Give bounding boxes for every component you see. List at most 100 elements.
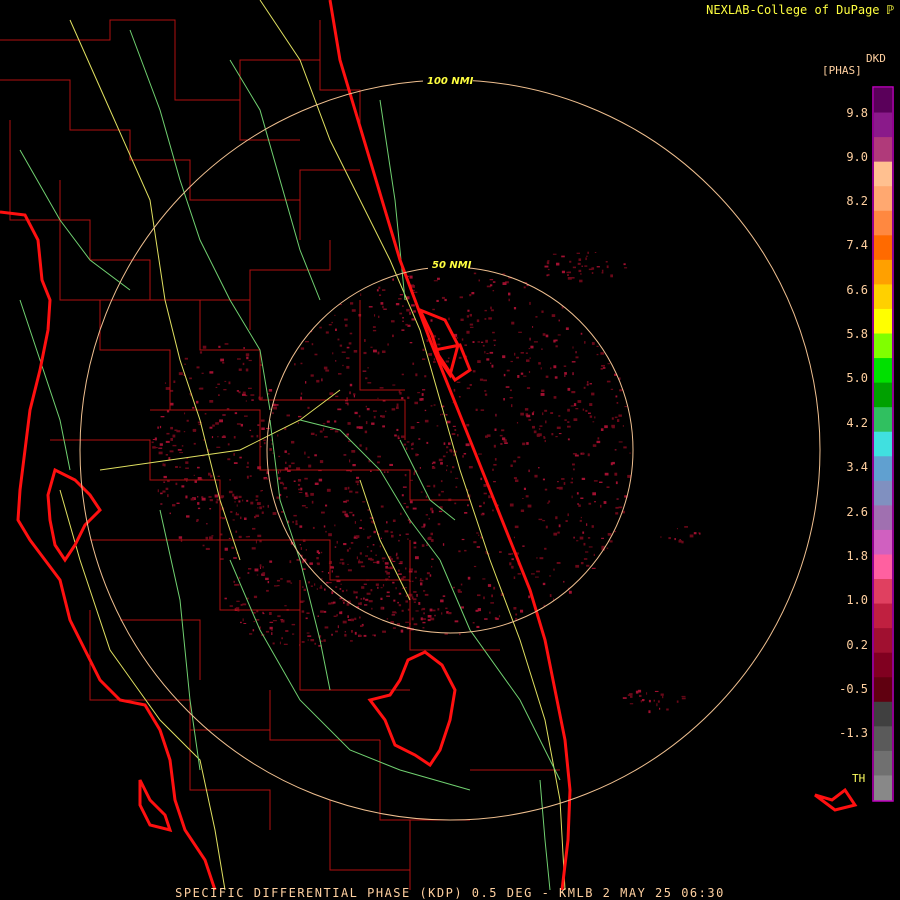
- radar-echo: [267, 504, 269, 508]
- radar-echo: [522, 545, 525, 547]
- radar-echo: [540, 393, 545, 396]
- radar-echo: [606, 547, 609, 549]
- radar-echo: [426, 485, 431, 487]
- radar-echo: [558, 415, 561, 417]
- radar-echo: [591, 567, 596, 569]
- radar-echo: [479, 505, 482, 508]
- radar-echo: [585, 409, 588, 412]
- radar-echo: [433, 484, 436, 488]
- radar-echo: [442, 543, 445, 546]
- radar-echo: [490, 284, 493, 287]
- radar-echo: [532, 425, 535, 429]
- radar-echo: [324, 436, 328, 438]
- radar-echo: [501, 429, 505, 432]
- legend-swatch: [874, 235, 892, 261]
- radar-echo: [428, 353, 432, 356]
- radar-echo: [490, 602, 494, 604]
- radar-echo: [255, 540, 257, 544]
- radar-echo: [612, 426, 615, 429]
- radar-echo: [576, 252, 580, 254]
- radar-echo: [292, 521, 294, 524]
- radar-echo: [544, 488, 548, 491]
- radar-echo: [391, 320, 395, 323]
- radar-echo: [472, 622, 475, 624]
- radar-echo: [334, 430, 339, 433]
- highways: [59, 0, 566, 891]
- radar-echo: [614, 472, 618, 476]
- radar-echo: [348, 342, 352, 345]
- radar-echo: [472, 370, 476, 373]
- radar-echo: [276, 579, 280, 582]
- legend-tick: 0.2: [846, 638, 868, 652]
- radar-echo: [451, 433, 456, 435]
- radar-echo: [545, 525, 548, 529]
- radar-echo: [614, 449, 617, 451]
- radar-echo: [340, 558, 344, 561]
- radar-echo: [363, 634, 367, 637]
- radar-echo: [169, 512, 171, 515]
- legend-swatch: [874, 259, 892, 285]
- radar-echo: [244, 415, 248, 417]
- radar-echo: [576, 492, 579, 495]
- radar-echo: [287, 453, 290, 455]
- radar-echo: [298, 492, 303, 493]
- radar-echo: [197, 507, 201, 510]
- radar-echo: [484, 393, 488, 396]
- radar-echo: [366, 546, 369, 548]
- radar-echo: [438, 493, 441, 497]
- radar-echo: [572, 372, 574, 376]
- radar-echo: [397, 437, 400, 440]
- radar-echo: [592, 492, 596, 496]
- radar-echo: [526, 387, 531, 389]
- radar-echo: [475, 408, 478, 411]
- radar-echo: [398, 390, 401, 393]
- radar-echo: [577, 503, 579, 505]
- radar-echo: [529, 357, 531, 359]
- radar-echo: [360, 598, 363, 600]
- radar-echo: [461, 338, 464, 341]
- radar-echo: [567, 425, 571, 428]
- radar-echo: [363, 528, 365, 530]
- radar-echo: [339, 344, 343, 347]
- radar-echo: [380, 606, 384, 610]
- radar-echo: [319, 430, 323, 433]
- legend-swatch: [874, 161, 892, 187]
- radar-echo: [381, 415, 385, 418]
- radar-echo: [243, 623, 247, 624]
- radar-echo: [516, 422, 519, 424]
- radar-echo: [360, 293, 362, 296]
- radar-echo: [492, 281, 496, 283]
- radar-echo: [334, 524, 336, 527]
- radar-echo: [256, 434, 259, 438]
- radar-echo: [433, 361, 436, 363]
- radar-echo: [300, 347, 305, 350]
- legend-swatch: [874, 186, 892, 212]
- radar-echo: [433, 404, 436, 406]
- radar-echo: [223, 389, 227, 391]
- radar-echo: [159, 425, 162, 429]
- radar-echo: [152, 446, 156, 449]
- radar-echo: [571, 477, 573, 480]
- radar-echo: [269, 621, 274, 623]
- radar-echo: [583, 386, 586, 389]
- radar-echo: [233, 557, 237, 559]
- radar-echo: [422, 389, 426, 391]
- radar-echo: [335, 395, 339, 398]
- radar-echo: [528, 469, 530, 473]
- radar-echo: [319, 326, 322, 329]
- radar-echo: [405, 567, 407, 570]
- radar-echo: [548, 500, 551, 503]
- radar-echo: [520, 412, 524, 416]
- radar-echo: [482, 344, 485, 347]
- radar-echo: [420, 617, 423, 621]
- radar-echo: [591, 525, 594, 528]
- radar-echo: [217, 475, 220, 477]
- radar-echo: [365, 447, 368, 451]
- radar-echo: [601, 272, 604, 274]
- radar-echo: [398, 563, 403, 565]
- radar-echo: [403, 502, 407, 505]
- radar-echo: [542, 582, 546, 586]
- radar-echo: [344, 631, 346, 633]
- radar-echo: [464, 549, 467, 552]
- radar-echo: [338, 373, 342, 375]
